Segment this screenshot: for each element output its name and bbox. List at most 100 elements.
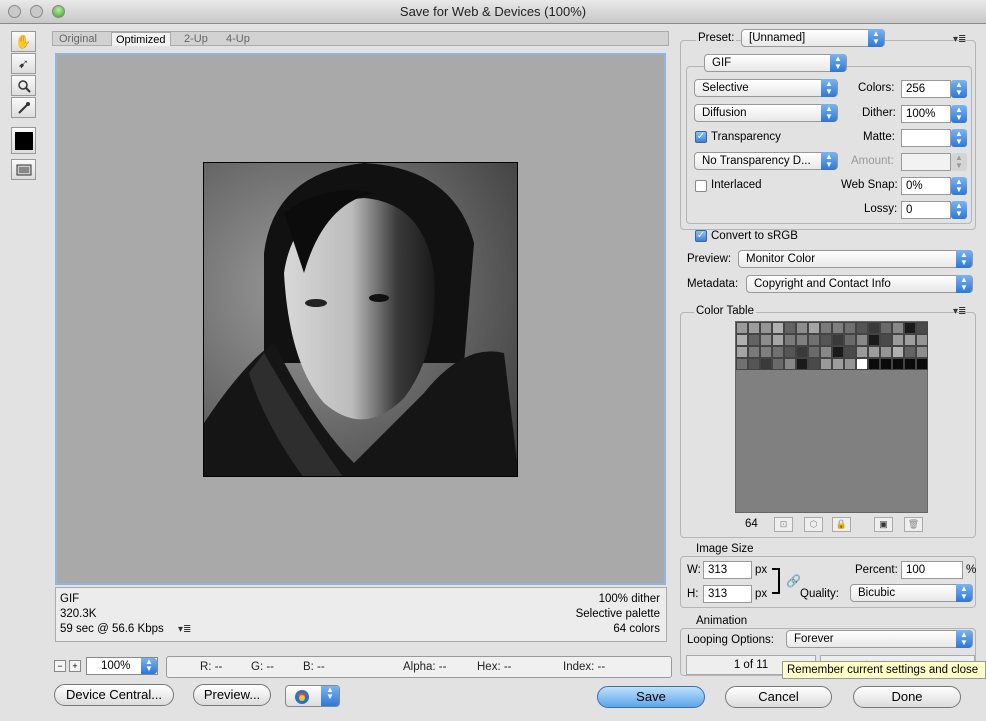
color-swatch[interactable] [832, 322, 844, 334]
lossy-stepper-icon[interactable]: ▲ ▼ [951, 201, 967, 219]
color-swatch[interactable] [868, 322, 880, 334]
eyedropper-tool[interactable] [11, 97, 36, 118]
color-swatch[interactable] [916, 334, 928, 346]
dither-algorithm-select[interactable]: Diffusion ▲ ▼ [694, 104, 838, 122]
color-swatch[interactable] [820, 346, 832, 358]
color-swatch[interactable] [772, 334, 784, 346]
colors-stepper-icon[interactable]: ▲ ▼ [951, 80, 967, 98]
color-swatch[interactable] [808, 334, 820, 346]
color-swatch[interactable] [748, 334, 760, 346]
toggle-slices-tool[interactable] [11, 159, 36, 180]
color-swatch[interactable] [808, 322, 820, 334]
tab-4-up[interactable]: 4-Up [222, 32, 254, 46]
color-swatch[interactable] [796, 334, 808, 346]
interlaced-checkbox[interactable] [695, 180, 707, 192]
zoom-out-button[interactable]: − [54, 660, 66, 672]
web-snap-field[interactable]: 0% ▲ ▼ [901, 177, 967, 195]
color-swatch[interactable] [916, 322, 928, 334]
color-swatch[interactable] [832, 334, 844, 346]
color-swatch[interactable] [796, 346, 808, 358]
hand-tool[interactable]: ✋ [11, 31, 36, 52]
color-swatch[interactable] [808, 346, 820, 358]
transparency-checkbox[interactable]: ✓ [695, 131, 707, 143]
color-reduction-select[interactable]: Selective ▲ ▼ [694, 79, 838, 97]
zoom-in-button[interactable]: + [69, 660, 81, 672]
slice-select-tool[interactable]: ➹ [11, 53, 36, 74]
color-swatch[interactable] [856, 358, 868, 370]
color-swatch[interactable] [784, 358, 796, 370]
color-swatch[interactable] [904, 322, 916, 334]
color-swatch[interactable] [760, 334, 772, 346]
zoom-level-select[interactable]: 100% ▲ ▼ [86, 657, 158, 675]
color-swatch[interactable] [820, 334, 832, 346]
color-swatch[interactable] [844, 358, 856, 370]
quality-select[interactable]: Bicubic ▲ ▼ [850, 584, 973, 602]
device-central-button[interactable]: Device Central... [54, 684, 174, 706]
color-swatch[interactable] [856, 346, 868, 358]
tab-original[interactable]: Original [55, 32, 101, 46]
tab-2-up[interactable]: 2-Up [180, 32, 212, 46]
height-field[interactable]: 313 [703, 585, 752, 603]
color-swatch[interactable] [772, 346, 784, 358]
color-swatch[interactable] [856, 322, 868, 334]
color-swatch[interactable] [748, 358, 760, 370]
cancel-button[interactable]: Cancel [725, 686, 832, 708]
color-swatch[interactable] [844, 346, 856, 358]
info-menu-icon[interactable]: ▾≣ [178, 624, 191, 635]
color-swatch[interactable] [880, 358, 892, 370]
color-swatch[interactable] [892, 322, 904, 334]
convert-srgb-checkbox[interactable]: ✓ [695, 230, 707, 242]
dither-stepper-icon[interactable]: ▲ ▼ [951, 105, 967, 123]
optimize-menu-icon[interactable]: ▾≣ [953, 34, 966, 45]
transparency-dither-select[interactable]: No Transparency D... ▲ ▼ [694, 152, 838, 170]
color-swatch[interactable] [760, 322, 772, 334]
dither-field[interactable]: 100% ▲ ▼ [901, 105, 967, 123]
eyedropper-color-swatch[interactable] [11, 127, 36, 154]
color-swatch[interactable] [916, 358, 928, 370]
add-color-button[interactable]: ▣ [874, 517, 893, 532]
color-swatch[interactable] [748, 346, 760, 358]
color-swatch[interactable] [820, 322, 832, 334]
looping-options-select[interactable]: Forever ▲ ▼ [786, 630, 973, 648]
color-swatch[interactable] [880, 322, 892, 334]
tab-optimized[interactable]: Optimized [111, 32, 171, 46]
color-swatch[interactable] [904, 346, 916, 358]
color-swatch[interactable] [844, 334, 856, 346]
color-swatch[interactable] [892, 346, 904, 358]
preview-color-select[interactable]: Monitor Color ▲ ▼ [738, 250, 973, 268]
constrain-proportions-icon[interactable]: 🔗 [786, 574, 801, 588]
web-snap-stepper-icon[interactable]: ▲ ▼ [951, 177, 967, 195]
color-swatch[interactable] [784, 346, 796, 358]
color-swatch[interactable] [832, 346, 844, 358]
color-swatch[interactable] [844, 322, 856, 334]
browser-select[interactable]: ▲ ▼ [285, 685, 340, 707]
color-swatch[interactable] [772, 358, 784, 370]
color-swatch[interactable] [892, 334, 904, 346]
colors-field[interactable]: 256 ▲ ▼ [901, 80, 967, 98]
color-swatch[interactable] [868, 346, 880, 358]
matte-stepper-icon[interactable]: ▲ ▼ [951, 129, 967, 147]
percent-field[interactable]: 100 [901, 561, 963, 579]
color-swatch[interactable] [736, 358, 748, 370]
color-swatch[interactable] [736, 346, 748, 358]
color-swatch[interactable] [832, 358, 844, 370]
color-swatch[interactable] [760, 358, 772, 370]
color-swatch[interactable] [808, 358, 820, 370]
color-swatch[interactable] [748, 322, 760, 334]
color-swatch[interactable] [736, 322, 748, 334]
color-swatch[interactable] [784, 334, 796, 346]
color-swatch[interactable] [868, 334, 880, 346]
metadata-select[interactable]: Copyright and Contact Info ▲ ▼ [746, 275, 973, 293]
color-swatch[interactable] [820, 358, 832, 370]
color-swatch[interactable] [916, 346, 928, 358]
save-button[interactable]: Save [597, 686, 705, 708]
color-swatch[interactable] [784, 322, 796, 334]
matte-field[interactable]: ▲ ▼ [901, 129, 967, 147]
color-swatch[interactable] [904, 334, 916, 346]
color-swatch[interactable] [796, 322, 808, 334]
color-swatch[interactable] [880, 346, 892, 358]
color-swatch[interactable] [736, 334, 748, 346]
zoom-tool[interactable] [11, 75, 36, 96]
color-table-menu-icon[interactable]: ▾≣ [953, 306, 966, 317]
done-button[interactable]: Done [853, 686, 961, 708]
